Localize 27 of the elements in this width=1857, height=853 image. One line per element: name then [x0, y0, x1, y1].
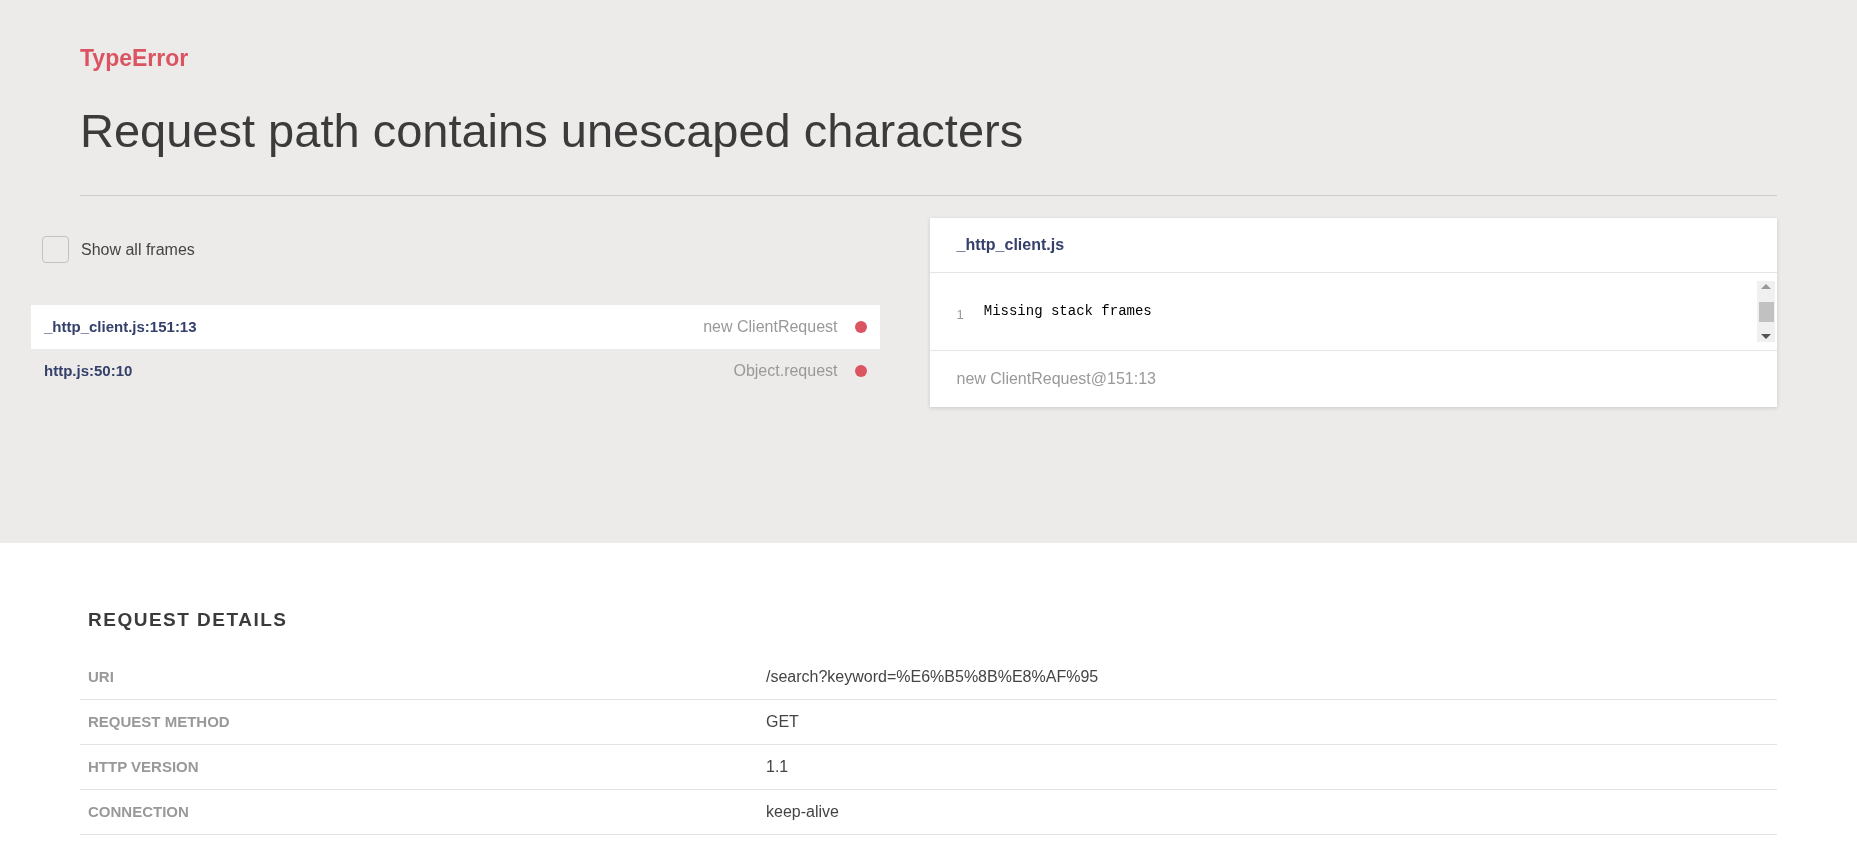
detail-key: CONNECTION	[88, 802, 189, 820]
detail-key: REQUEST METHOD	[88, 712, 230, 730]
section-title: REQUEST DETAILS	[88, 608, 288, 632]
frame-function: new ClientRequest	[703, 317, 838, 337]
stack-frame-row[interactable]: _http_client.js:151:13 new ClientRequest	[31, 305, 880, 349]
checkbox-label[interactable]: Show all frames	[81, 237, 195, 262]
detail-value: 1.1	[766, 756, 789, 777]
detail-key: URI	[88, 667, 114, 685]
scroll-up-icon[interactable]	[1761, 284, 1771, 289]
scrollbar[interactable]	[1757, 281, 1775, 342]
detail-value: keep-alive	[766, 801, 839, 822]
scroll-down-icon[interactable]	[1761, 334, 1771, 339]
frame-file: http.js:50:10	[44, 360, 133, 381]
error-message: Request path contains unescaped characters	[80, 103, 1024, 159]
line-number: 1	[956, 305, 964, 324]
stack-frame-row[interactable]: http.js:50:10 Object.request	[31, 349, 880, 393]
checkbox[interactable]	[42, 236, 69, 263]
code-file-name: _http_client.js	[956, 235, 1065, 255]
frame-file: _http_client.js:151:13	[44, 316, 197, 337]
detail-value: GET	[766, 711, 799, 732]
scroll-thumb[interactable]	[1758, 301, 1774, 322]
error-type: TypeError	[80, 44, 189, 72]
frame-function: Object.request	[733, 361, 838, 381]
detail-key: HTTP VERSION	[88, 757, 199, 775]
code-footer: new ClientRequest@151:13	[956, 367, 1156, 391]
detail-value: /search?keyword=%E6%B5%8B%E8%AF%95	[766, 666, 1099, 687]
code-line: Missing stack frames	[983, 302, 1152, 321]
